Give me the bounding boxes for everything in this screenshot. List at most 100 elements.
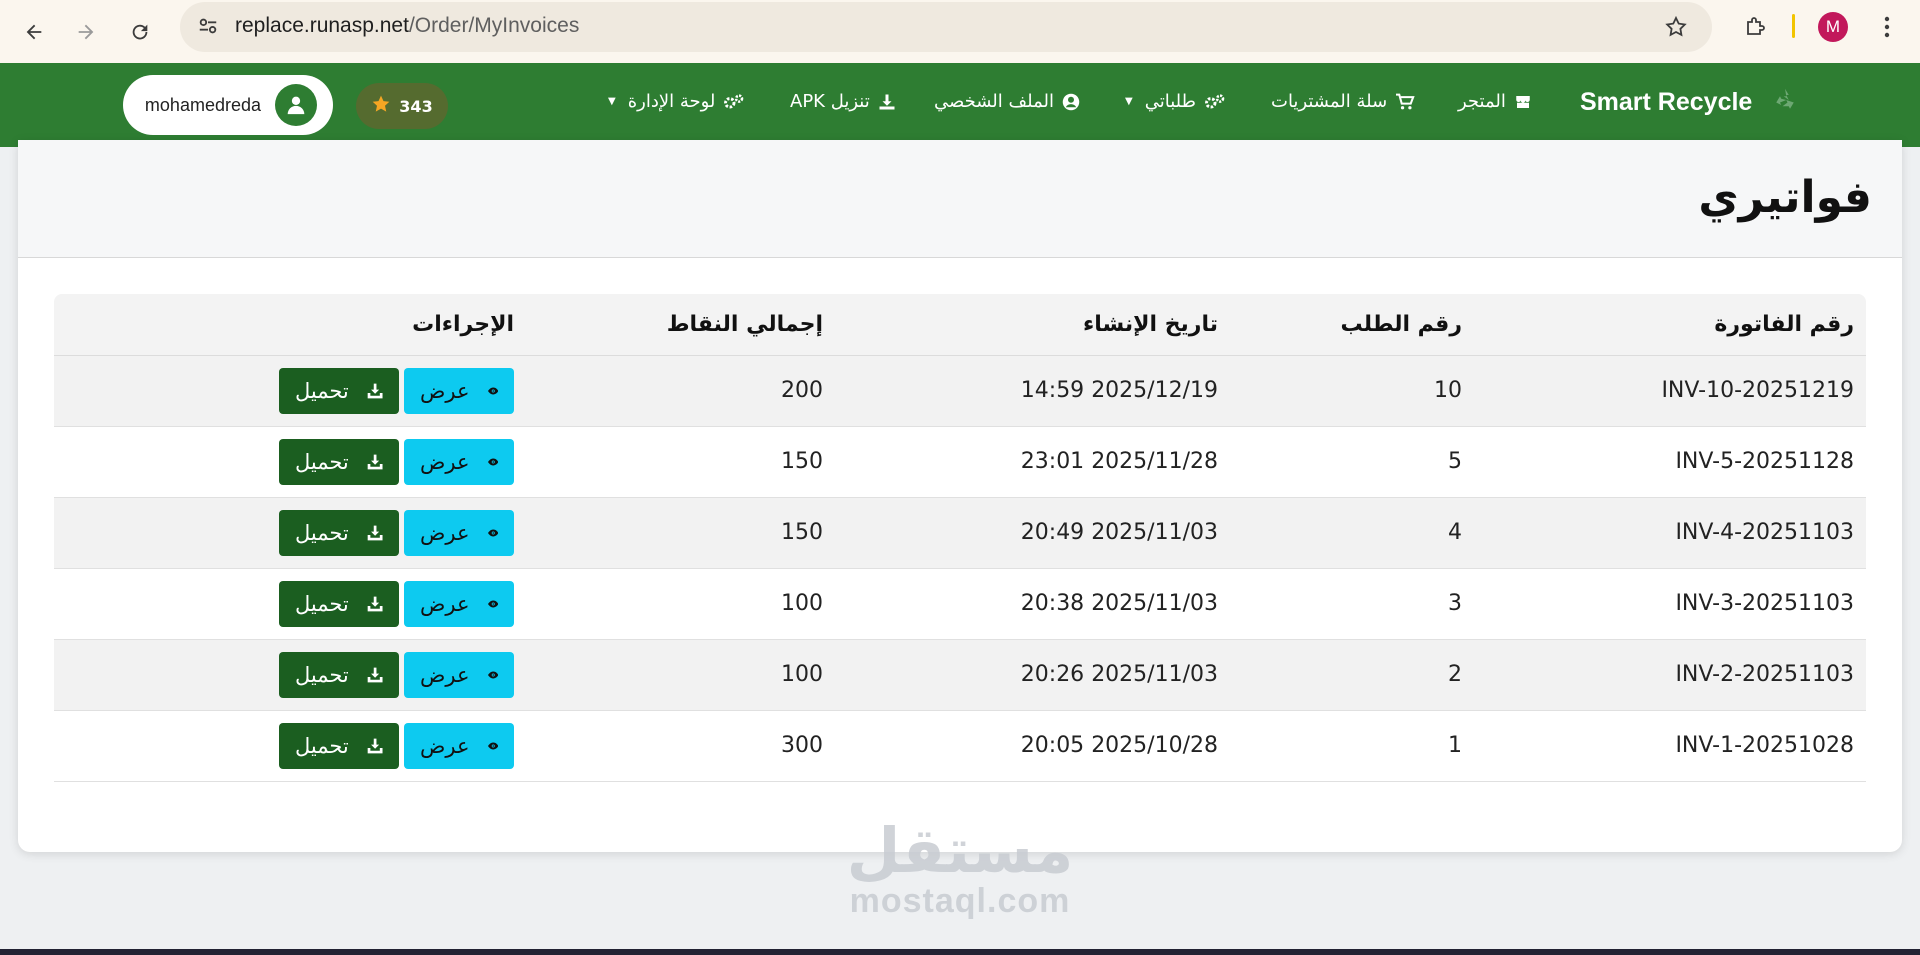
view-invoice-button[interactable]: عرض [404, 368, 514, 414]
points-value: 343 [399, 96, 433, 116]
header-order-number: رقم الطلب [1340, 312, 1462, 337]
view-invoice-button[interactable]: عرض [404, 581, 514, 627]
header-total-points: إجمالي النقاط [666, 312, 823, 337]
user-icon [287, 96, 305, 115]
cell-actions: عرض تحميل [279, 581, 514, 627]
download-label: تحميل [295, 379, 349, 403]
gears-icon [724, 93, 744, 109]
url-domain: replace.runasp.net [235, 14, 409, 37]
download-invoice-button[interactable]: تحميل [279, 723, 399, 769]
table-row: INV-3-20251103 3 2025/11/03 20:38 100 عر… [54, 569, 1866, 640]
cell-order-number: 10 [1434, 378, 1462, 403]
profile-avatar[interactable]: M [1818, 12, 1848, 42]
chevron-down-icon: ▼ [608, 96, 616, 107]
gears-icon [1204, 93, 1225, 109]
download-invoice-button[interactable]: تحميل [279, 439, 399, 485]
cart-icon [1396, 93, 1415, 109]
nav-cart[interactable]: سلة المشتريات [1271, 91, 1415, 112]
table-row: INV-4-20251103 4 2025/11/03 20:49 150 عر… [54, 498, 1866, 569]
cell-invoice-number: INV-2-20251103 [1675, 662, 1854, 687]
cell-order-number: 2 [1448, 662, 1462, 687]
header-actions: الإجراءات [412, 312, 514, 337]
main-navbar: Smart Recycle المتجر سلة المشتريات طلبات… [0, 63, 1920, 147]
forward-button[interactable] [66, 12, 106, 52]
cell-created-date: 2025/10/28 20:05 [1020, 733, 1218, 758]
view-invoice-button[interactable]: عرض [404, 439, 514, 485]
eye-icon [487, 529, 498, 537]
nav-my-orders[interactable]: طلباتي ▼ [1125, 91, 1226, 112]
download-invoice-button[interactable]: تحميل [279, 510, 399, 556]
cell-actions: عرض تحميل [279, 652, 514, 698]
view-label: عرض [420, 379, 470, 403]
page-title: فواتيري [1698, 172, 1872, 223]
cell-order-number: 3 [1448, 591, 1462, 616]
nav-profile[interactable]: الملف الشخصي [934, 91, 1080, 112]
cell-created-date: 2025/11/03 20:26 [1020, 662, 1218, 687]
table-row: INV-5-20251128 5 2025/11/28 23:01 150 عر… [54, 427, 1866, 498]
url-path: /Order/MyInvoices [408, 14, 580, 37]
bookmark-star-icon[interactable] [1660, 11, 1692, 43]
cell-total-points: 100 [781, 591, 823, 616]
cell-invoice-number: INV-5-20251128 [1675, 449, 1854, 474]
invoices-table: رقم الفاتورة رقم الطلب تاريخ الإنشاء إجم… [54, 294, 1866, 782]
cell-actions: عرض تحميل [279, 368, 514, 414]
cell-created-date: 2025/11/03 20:38 [1020, 591, 1218, 616]
view-label: عرض [420, 734, 470, 758]
download-icon [367, 454, 383, 470]
nav-my-orders-label: طلباتي [1144, 91, 1196, 112]
cell-total-points: 150 [781, 449, 823, 474]
cell-total-points: 300 [781, 733, 823, 758]
cell-actions: عرض تحميل [279, 439, 514, 485]
user-menu[interactable]: mohamedreda [123, 75, 333, 135]
view-invoice-button[interactable]: عرض [404, 723, 514, 769]
cell-total-points: 150 [781, 520, 823, 545]
watermark-latin: mostaql.com [849, 882, 1071, 920]
star-icon [371, 94, 391, 118]
points-badge[interactable]: 343 [356, 83, 448, 129]
cell-created-date: 2025/11/28 23:01 [1020, 449, 1218, 474]
taskbar-edge [0, 949, 1920, 955]
download-label: تحميل [295, 734, 349, 758]
download-label: تحميل [295, 592, 349, 616]
download-invoice-button[interactable]: تحميل [279, 368, 399, 414]
site-settings-icon[interactable] [194, 12, 222, 40]
nav-admin-panel[interactable]: لوحة الإدارة ▼ [608, 91, 745, 112]
cell-actions: عرض تحميل [279, 723, 514, 769]
cell-invoice-number: INV-4-20251103 [1675, 520, 1854, 545]
table-row: INV-10-20251219 10 2025/12/19 14:59 200 … [54, 356, 1866, 427]
url-text[interactable]: replace.runasp.net/Order/MyInvoices [235, 14, 579, 38]
nav-store[interactable]: المتجر [1458, 91, 1532, 112]
download-label: تحميل [295, 521, 349, 545]
cell-order-number: 1 [1448, 733, 1462, 758]
eye-icon [487, 742, 498, 750]
cell-actions: عرض تحميل [279, 510, 514, 556]
more-menu-icon[interactable] [1872, 11, 1902, 43]
store-icon [1516, 95, 1530, 108]
nav-profile-label: الملف الشخصي [934, 91, 1054, 112]
card-header: فواتيري [18, 140, 1902, 258]
chevron-down-icon: ▼ [1125, 96, 1133, 107]
cell-total-points: 100 [781, 662, 823, 687]
view-label: عرض [420, 521, 470, 545]
nav-download-apk[interactable]: تنزيل APK [790, 91, 896, 112]
header-created-date: تاريخ الإنشاء [1082, 312, 1218, 337]
table-row: INV-2-20251103 2 2025/11/03 20:26 100 عر… [54, 640, 1866, 711]
cell-invoice-number: INV-10-20251219 [1661, 378, 1854, 403]
view-label: عرض [420, 592, 470, 616]
username: mohamedreda [144, 94, 261, 115]
back-button[interactable] [14, 12, 54, 52]
download-icon [879, 94, 895, 109]
download-icon [367, 383, 383, 399]
download-invoice-button[interactable]: تحميل [279, 652, 399, 698]
view-invoice-button[interactable]: عرض [404, 510, 514, 556]
eye-icon [487, 671, 498, 679]
arrow-right-icon [78, 24, 94, 40]
extensions-puzzle-icon[interactable] [1738, 10, 1772, 44]
view-invoice-button[interactable]: عرض [404, 652, 514, 698]
brand[interactable]: Smart Recycle [1580, 85, 1800, 119]
download-invoice-button[interactable]: تحميل [279, 581, 399, 627]
reload-button[interactable] [120, 12, 160, 52]
download-icon [367, 738, 383, 754]
table-row: INV-1-20251028 1 2025/10/28 20:05 300 عر… [54, 711, 1866, 782]
cell-created-date: 2025/12/19 14:59 [1020, 378, 1218, 403]
